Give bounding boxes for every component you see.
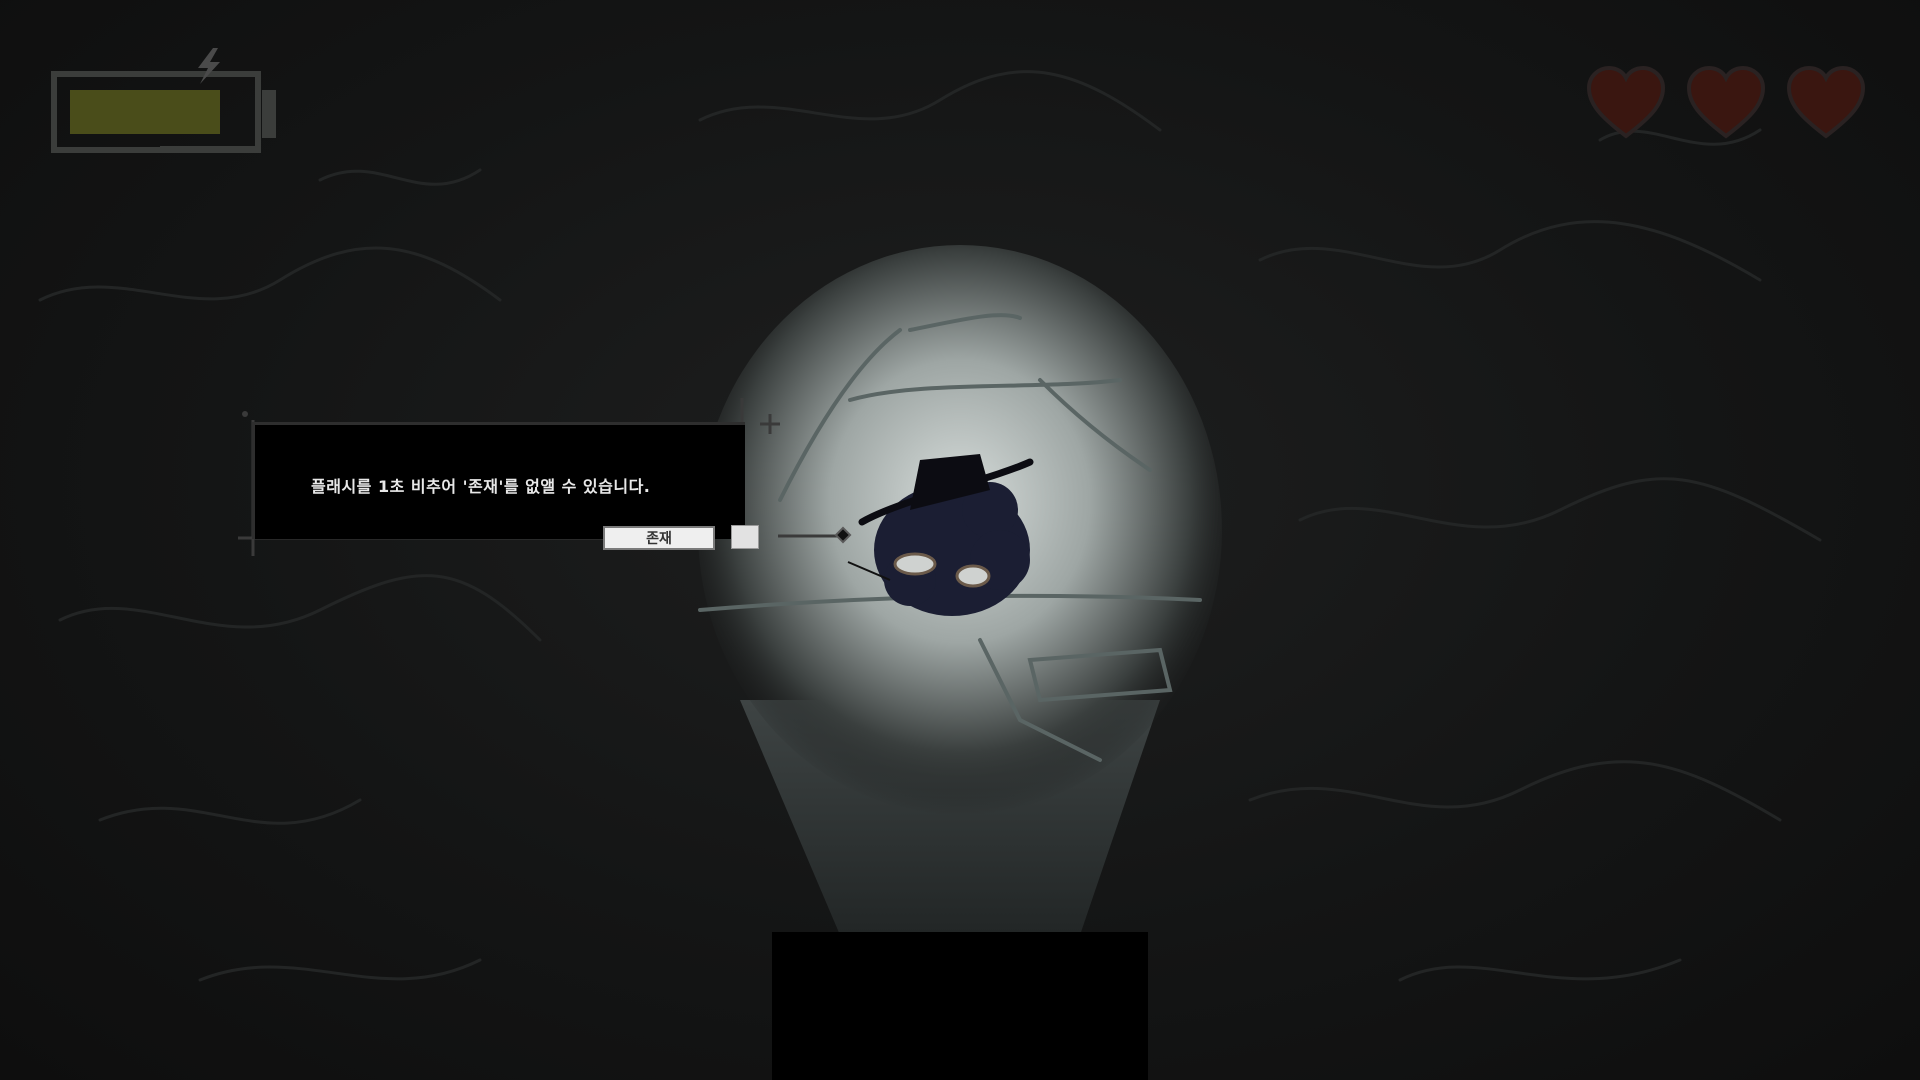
battery-gauge (51, 48, 276, 153)
answer-button[interactable]: 존재 (603, 526, 715, 550)
heart-icon (1786, 65, 1866, 139)
lightning-icon (198, 48, 220, 84)
game-scene: 플래시를 1초 비추어 '존재'를 없앨 수 있습니다. 존재 (0, 0, 1920, 1080)
hint-message: 플래시를 1초 비추어 '존재'를 없앨 수 있습니다. (311, 477, 651, 496)
health-hearts (1585, 64, 1875, 144)
dialog-frame-lines (238, 398, 852, 556)
battery-fill (70, 90, 220, 134)
hint-dialog: 플래시를 1초 비추어 '존재'를 없앨 수 있습니다. (252, 422, 745, 539)
confirm-box[interactable] (731, 525, 759, 549)
heart-icon (1586, 65, 1666, 139)
heart-icon (1686, 65, 1766, 139)
